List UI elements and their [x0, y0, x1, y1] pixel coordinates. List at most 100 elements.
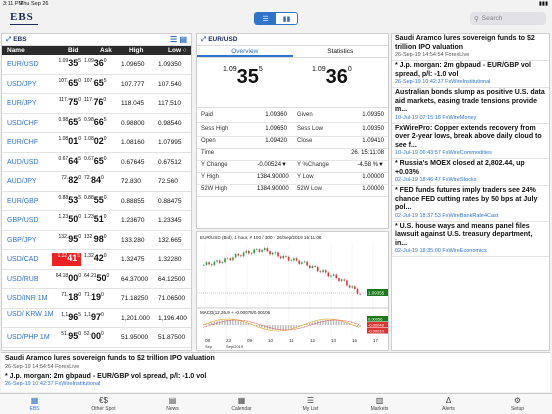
- ask-price[interactable]: 132.980: [84, 234, 114, 247]
- bid-price[interactable]: 0.98655: [52, 117, 81, 130]
- search-input[interactable]: ⚲ Search: [470, 12, 546, 25]
- ask-price[interactable]: 0.98665: [84, 117, 114, 130]
- chart-view-icon[interactable]: ▮▮: [276, 13, 297, 24]
- col-ask[interactable]: Ask: [100, 47, 112, 54]
- rate-row[interactable]: USD/PHP 1M 51.950 52.000 51.95000 51.87500: [2, 328, 191, 348]
- rate-row[interactable]: AUD/JPY 72.820 72.840 72.830 72.560: [2, 172, 191, 192]
- ask-price[interactable]: 0.67650: [84, 156, 114, 169]
- bid-price[interactable]: 1.09355: [52, 58, 81, 71]
- rate-row[interactable]: EUR/JPY 117.750 117.760 118.045 117.510: [2, 94, 191, 114]
- tab-icon: ⚙: [513, 396, 522, 405]
- ask-price[interactable]: 52.000: [84, 331, 114, 344]
- rate-row[interactable]: USD/INR 1M 71.180 71.190 71.18250 71.06500: [2, 289, 191, 309]
- rate-row[interactable]: EUR/CHF 1.08010 1.08020 1.08160 1.07995: [2, 133, 191, 153]
- high-value: 1.23670: [121, 217, 145, 224]
- macd-bar: [256, 325, 258, 326]
- tab-icon: ▥: [375, 396, 384, 405]
- tab-my-list[interactable]: ☰ My List: [276, 394, 345, 414]
- tab-setup[interactable]: ⚙ Setup: [483, 394, 552, 414]
- chart-panel[interactable]: EUR/USD (Bid), 1 hour, # 100 / 300 - 26/…: [196, 231, 389, 351]
- news-item[interactable]: Australian bonds slump as positive U.S. …: [392, 88, 549, 124]
- bid-price[interactable]: 1.23500: [52, 214, 81, 227]
- tab-calendar[interactable]: ▦ Calendar: [207, 394, 276, 414]
- bid-price[interactable]: 64.18000: [52, 273, 81, 286]
- ask-price[interactable]: 0.88550: [84, 195, 114, 208]
- bid-price[interactable]: 1.08010: [52, 136, 81, 149]
- ask-price[interactable]: 117.760: [84, 97, 114, 110]
- ticker-item[interactable]: Saudi Aramco lures sovereign funds to $2…: [1, 353, 550, 371]
- logo-underline: [10, 24, 38, 25]
- expand-icon[interactable]: ⤢: [6, 36, 11, 44]
- news-item[interactable]: Saudi Aramco lures sovereign funds to $2…: [392, 34, 549, 61]
- rate-row[interactable]: USD/CHF 0.98655 0.98665 0.98800 0.98540: [2, 114, 191, 133]
- col-low[interactable]: Low ○: [168, 47, 187, 54]
- ask-price[interactable]: 107.655: [84, 78, 114, 91]
- tab-news[interactable]: ▤ News: [138, 394, 207, 414]
- ask-price[interactable]: 64.21500: [84, 273, 114, 286]
- rate-name: EUR/CHF: [7, 139, 39, 146]
- rate-row[interactable]: EUR/USD 1.09355 1.09360 1.09650 1.09350: [2, 55, 191, 75]
- bid-price[interactable]: 132.950: [52, 234, 81, 247]
- candle: [359, 293, 361, 295]
- bid-price[interactable]: 117.750: [52, 97, 81, 110]
- ask-price[interactable]: 1.23510: [84, 214, 114, 227]
- bid-quote[interactable]: 1.09355: [223, 66, 263, 89]
- news-item[interactable]: * FED funds futures imply traders see 24…: [392, 186, 549, 222]
- ticker-item[interactable]: * J.p. morgan: 2m gbpaud - EUR/GBP vol s…: [1, 371, 550, 389]
- bid-price[interactable]: 0.67645: [52, 156, 81, 169]
- bid-price[interactable]: 71.180: [52, 292, 81, 305]
- rate-row[interactable]: GBP/JPY 132.950 132.980 133.280 132.665: [2, 231, 191, 250]
- news-ticker[interactable]: Saudi Aramco lures sovereign funds to $2…: [1, 352, 550, 392]
- tab-overview[interactable]: Overview: [197, 46, 293, 57]
- rate-row[interactable]: AUD/USD 0.67645 0.67650 0.67645 0.67512: [2, 153, 191, 172]
- candle: [290, 260, 293, 262]
- tab-markets[interactable]: ▥ Markets: [345, 394, 414, 414]
- candle: [271, 252, 274, 255]
- macd-bar: [335, 320, 337, 325]
- tab-ebs[interactable]: ▦ EBS: [0, 394, 69, 414]
- macd-bar: [213, 321, 215, 325]
- col-name[interactable]: Name: [7, 47, 25, 54]
- candle: [316, 266, 319, 272]
- col-high[interactable]: High: [129, 47, 143, 54]
- bid-price[interactable]: 1.32415: [52, 253, 81, 266]
- list-view-icon[interactable]: ☰: [255, 13, 276, 24]
- bid-price[interactable]: 51.950: [52, 331, 81, 344]
- tab-statistics[interactable]: Statistics: [293, 46, 389, 57]
- candle: [242, 252, 245, 257]
- bid-price[interactable]: 1,1965: [52, 312, 81, 325]
- tab-other-spot[interactable]: €$ Other Spot: [69, 394, 138, 414]
- ask-price[interactable]: 1.32420: [84, 253, 114, 266]
- rate-row[interactable]: USD/JPY 107.650 107.655 107.777 107.540: [2, 75, 191, 94]
- rate-row[interactable]: EUR/GBP 0.88535 0.88550 0.88855 0.88475: [2, 192, 191, 211]
- stat-value: 1.09420: [265, 138, 287, 144]
- col-bid[interactable]: Bid: [68, 47, 78, 54]
- rate-row[interactable]: USD/CAD 1.32415 1.32420 1.32475 1.32280: [2, 250, 191, 270]
- tab-alerts[interactable]: Δ Alerts: [414, 394, 483, 414]
- macd-bar: [205, 324, 208, 325]
- rate-row[interactable]: USD/RUB 64.18000 64.21500 64.37000 64.12500: [2, 270, 191, 289]
- rate-row[interactable]: USD/ KRW 1M 1,1965 1,1970 1,201.000 1,196.40…: [2, 309, 191, 328]
- ask-quote[interactable]: 1.09360: [312, 66, 352, 89]
- ask-price[interactable]: 71.190: [84, 292, 114, 305]
- candle: [237, 254, 240, 256]
- bid-price[interactable]: 0.88535: [52, 195, 81, 208]
- news-item[interactable]: * J.p. morgan: 2m gbpaud - EUR/GBP vol s…: [392, 61, 549, 88]
- ask-price[interactable]: 1.08020: [84, 136, 114, 149]
- bid-price[interactable]: 72.820: [52, 175, 81, 188]
- price-chart[interactable]: EUR/USD (Bid), 1 hour, # 100 / 300 - 26/…: [197, 232, 388, 350]
- bid-price[interactable]: 107.650: [52, 78, 81, 91]
- macd-bar: [218, 320, 221, 325]
- high-value: 118.045: [121, 100, 145, 107]
- rate-row[interactable]: GBP/USD 1.23500 1.23510 1.23670 1.23345: [2, 211, 191, 231]
- news-item[interactable]: * U.S. house ways and means panel files …: [392, 222, 549, 257]
- news-item[interactable]: * Russia's MOEX closed at 2,802.44, up +…: [392, 159, 549, 186]
- ask-price[interactable]: 72.840: [84, 175, 114, 188]
- news-item[interactable]: FxWirePro: Copper extends recovery from …: [392, 124, 549, 159]
- view-toggle[interactable]: ☰ ▮▮: [254, 12, 298, 25]
- expand-icon[interactable]: ⤢: [201, 36, 206, 44]
- rates-menu-icon[interactable]: ☰ ▤: [170, 35, 187, 44]
- detail-title: EUR/USD: [208, 36, 238, 43]
- ask-price[interactable]: 1.09360: [84, 58, 114, 71]
- ask-price[interactable]: 1,1970: [84, 312, 114, 325]
